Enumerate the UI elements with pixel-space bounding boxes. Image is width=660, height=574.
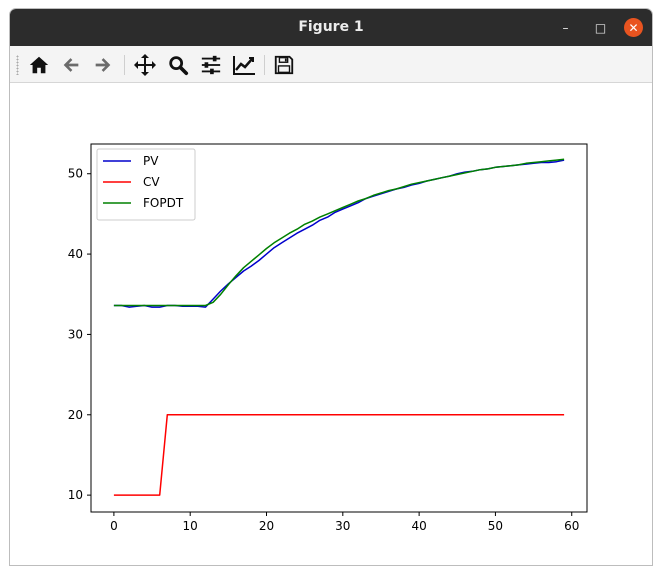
x-tick-label: 0 [110, 519, 118, 533]
arrow-left-icon [63, 58, 79, 72]
y-tick-label: 20 [68, 408, 83, 422]
close-button[interactable]: ✕ [624, 18, 643, 37]
home-button[interactable] [26, 52, 52, 78]
figure-window: Figure 1 – □ ✕ 0 10 20 30 40 50 60 10 20… [9, 8, 653, 566]
minimize-button[interactable]: – [556, 18, 575, 37]
y-tick-label: 30 [68, 327, 83, 341]
x-tick-label: 50 [488, 519, 503, 533]
toolbar-separator [264, 55, 265, 75]
magnifier-icon [169, 56, 189, 76]
zoom-button[interactable] [165, 52, 191, 78]
subplots-button[interactable] [198, 52, 224, 78]
x-tick-label: 30 [335, 519, 350, 533]
line-chart-icon [233, 56, 255, 75]
legend-label-fopdt: FOPDT [143, 196, 184, 210]
arrow-right-icon [95, 58, 111, 72]
x-tick-label: 40 [411, 519, 426, 533]
y-tick-label: 50 [68, 167, 83, 181]
back-button[interactable] [58, 52, 84, 78]
x-tick-label: 60 [564, 519, 579, 533]
series-line-cv [113, 414, 565, 496]
x-tick-label: 10 [183, 519, 198, 533]
y-tick-label: 40 [68, 247, 83, 261]
legend-label-cv: CV [143, 175, 160, 189]
line-chart[interactable]: 0 10 20 30 40 50 60 10 20 30 40 50 PV CV FOPDT [10, 83, 652, 565]
x-tick-label: 20 [259, 519, 274, 533]
toolbar-separator [124, 55, 125, 75]
y-tick-label: 10 [68, 488, 83, 502]
sliders-icon [201, 55, 221, 75]
forward-button[interactable] [90, 52, 116, 78]
toolbar-grip[interactable] [16, 55, 19, 75]
legend-label-pv: PV [143, 154, 159, 168]
move-icon [134, 54, 156, 76]
floppy-disk-icon [274, 55, 294, 75]
edit-axes-button[interactable] [231, 52, 257, 78]
title-bar[interactable]: Figure 1 – □ ✕ [10, 9, 652, 46]
save-button[interactable] [271, 52, 297, 78]
legend: PV CV FOPDT [96, 148, 196, 221]
figure-canvas[interactable]: 0 10 20 30 40 50 60 10 20 30 40 50 PV CV FOPDT [10, 83, 652, 565]
maximize-button[interactable]: □ [591, 18, 610, 37]
navigation-toolbar [10, 46, 652, 83]
pan-button[interactable] [132, 52, 158, 78]
home-icon [29, 56, 49, 74]
